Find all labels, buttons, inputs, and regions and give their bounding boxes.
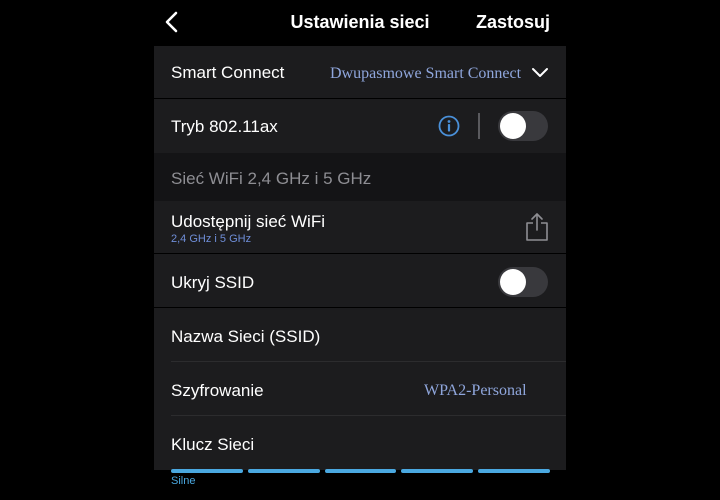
smart-connect-value[interactable]: Dwupasmowe Smart Connect xyxy=(330,65,521,83)
strength-segment xyxy=(247,469,320,473)
strength-segment xyxy=(478,469,550,473)
strength-segment xyxy=(171,469,243,473)
mode-80211ax-toggle[interactable] xyxy=(498,111,548,141)
screen: Ustawienia sieci Zastosuj Smart Connect … xyxy=(0,0,720,500)
password-strength-label: Silne xyxy=(171,475,196,487)
share-icon[interactable] xyxy=(525,212,549,242)
vertical-separator xyxy=(478,113,480,139)
ssid-label: Nazwa Sieci (SSID) xyxy=(171,327,321,346)
share-wifi-label: Udostępnij sieć WiFi xyxy=(171,212,325,231)
chevron-down-icon[interactable] xyxy=(531,67,549,79)
encryption-row[interactable]: Szyfrowanie WPA2-Personal xyxy=(154,362,566,416)
strength-segment xyxy=(324,469,397,473)
ssid-row[interactable]: Nazwa Sieci (SSID) xyxy=(154,308,566,362)
share-wifi-row[interactable]: Udostępnij sieć WiFi 2,4 GHz i 5 GHz xyxy=(154,201,566,254)
network-key-label: Klucz Sieci xyxy=(171,435,255,454)
hide-ssid-row: Ukryj SSID xyxy=(154,254,566,308)
smart-connect-label: Smart Connect xyxy=(171,63,285,82)
toggle-knob xyxy=(500,269,526,295)
apply-button[interactable]: Zastosuj xyxy=(476,12,550,33)
section-title: Sieć WiFi 2,4 GHz i 5 GHz xyxy=(171,169,372,188)
info-icon[interactable] xyxy=(438,115,460,137)
encryption-label: Szyfrowanie xyxy=(171,381,264,400)
settings-panel: Smart Connect Dwupasmowe Smart Connect T… xyxy=(154,46,566,470)
nav-header: Ustawienia sieci Zastosuj xyxy=(154,0,566,46)
smart-connect-row[interactable]: Smart Connect Dwupasmowe Smart Connect xyxy=(154,46,566,99)
strength-segment xyxy=(401,469,474,473)
hide-ssid-label: Ukryj SSID xyxy=(171,273,255,292)
hide-ssid-toggle[interactable] xyxy=(498,267,548,297)
toggle-knob xyxy=(500,113,526,139)
encryption-value[interactable]: WPA2-Personal xyxy=(424,382,527,400)
mode-80211ax-row: Tryb 802.11ax xyxy=(154,99,566,153)
section-header: Sieć WiFi 2,4 GHz i 5 GHz xyxy=(154,153,566,201)
share-wifi-sublabel: 2,4 GHz i 5 GHz xyxy=(171,233,252,245)
mode-80211ax-label: Tryb 802.11ax xyxy=(171,117,278,136)
password-strength-meter xyxy=(171,469,550,473)
network-key-row[interactable]: Klucz Sieci xyxy=(154,416,566,470)
